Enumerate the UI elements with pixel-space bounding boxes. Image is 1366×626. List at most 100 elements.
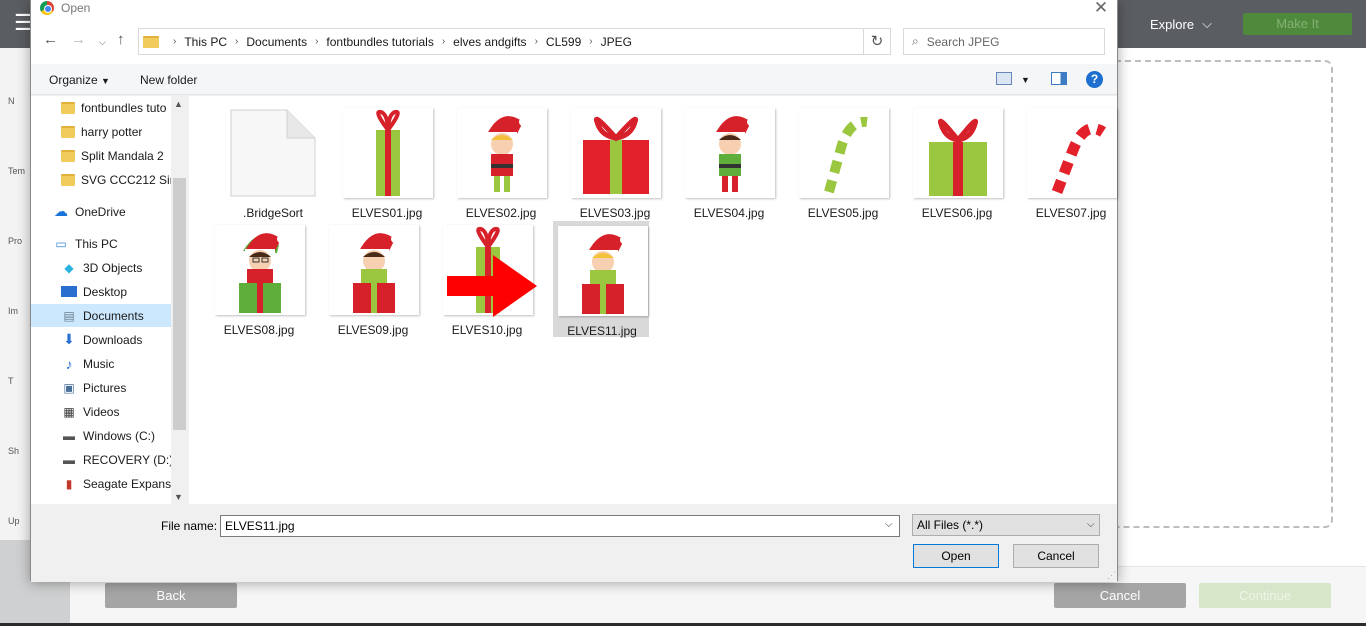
file-item[interactable]: ELVES09.jpg xyxy=(325,221,421,337)
back-button[interactable]: Back xyxy=(105,583,237,608)
nav-scrollbar[interactable]: ▲ ▼ xyxy=(171,96,188,504)
nav-item[interactable]: ⬇ Downloads xyxy=(31,328,171,351)
organize-menu[interactable]: Organize ▼ xyxy=(49,73,110,87)
breadcrumb-separator-icon[interactable]: › xyxy=(173,36,176,47)
document-icon: ▤ xyxy=(63,308,75,323)
breadcrumb-separator-icon[interactable]: › xyxy=(535,36,538,47)
file-name: ELVES10.jpg xyxy=(451,323,523,337)
breadcrumb-item[interactable]: CL599 xyxy=(546,35,581,49)
file-item[interactable]: ELVES07.jpg xyxy=(1023,104,1119,220)
nav-item[interactable]: ▣ Pictures xyxy=(31,376,171,399)
file-name: ELVES01.jpg xyxy=(351,206,423,220)
folder-icon xyxy=(143,35,159,48)
file-name: .BridgeSort xyxy=(242,206,304,220)
file-name-dropdown-icon[interactable]: ⌵ xyxy=(885,519,893,530)
search-icon: ⌕ xyxy=(912,34,919,48)
file-name: ELVES02.jpg xyxy=(465,206,537,220)
scroll-down-icon[interactable]: ▼ xyxy=(174,492,183,502)
nav-item-label: Seagate Expansi xyxy=(83,476,171,491)
upload-drop-zone[interactable] xyxy=(1115,60,1333,528)
nav-item-label: fontbundles tuto xyxy=(81,100,167,115)
breadcrumb-separator-icon[interactable]: › xyxy=(442,36,445,47)
breadcrumb-separator-icon[interactable]: › xyxy=(589,36,592,47)
continue-button[interactable]: Continue xyxy=(1199,583,1331,608)
breadcrumb-separator-icon[interactable]: › xyxy=(315,36,318,47)
explore-menu[interactable]: Explore ⌵ xyxy=(1150,16,1212,32)
resize-grip-icon[interactable]: ⋰ xyxy=(1107,570,1116,581)
view-options-icon[interactable] xyxy=(996,72,1012,85)
file-item[interactable]: ELVES08.jpg xyxy=(211,221,307,337)
close-icon[interactable]: ✕ xyxy=(1091,0,1111,18)
file-name-input[interactable]: ELVES11.jpg xyxy=(220,515,900,537)
file-item[interactable]: ELVES01.jpg xyxy=(339,104,435,220)
breadcrumb-item[interactable]: fontbundles tutorials xyxy=(326,35,433,49)
file-name: ELVES03.jpg xyxy=(579,206,651,220)
nav-item[interactable]: SVG CCC212 Sin xyxy=(31,168,171,191)
breadcrumb-separator-icon[interactable]: › xyxy=(235,36,238,47)
scroll-thumb[interactable] xyxy=(173,178,186,430)
nav-item[interactable]: ▬ RECOVERY (D:) xyxy=(31,448,171,471)
nav-item[interactable]: ♪ Music xyxy=(31,352,171,375)
preview-pane-icon[interactable] xyxy=(1051,72,1067,85)
organize-label: Organize xyxy=(49,73,98,87)
up-arrow-icon[interactable]: ↑ xyxy=(117,31,125,48)
file-item[interactable]: ELVES05.jpg xyxy=(795,104,891,220)
recent-locations-icon[interactable]: ⌵ xyxy=(99,37,106,48)
nav-item-label: This PC xyxy=(75,236,118,251)
file-name: ELVES11.jpg xyxy=(567,324,637,338)
scroll-up-icon[interactable]: ▲ xyxy=(174,99,183,109)
navigation-pane: fontbundles tuto harry potter Split Mandal… xyxy=(31,96,188,504)
file-item[interactable]: ELVES03.jpg xyxy=(567,104,663,220)
file-type-select[interactable]: All Files (*.*) xyxy=(912,514,1100,536)
dropdown-arrow-icon: ▼ xyxy=(101,76,110,86)
music-icon: ♪ xyxy=(65,355,73,372)
nav-item[interactable]: ☁ OneDrive xyxy=(31,200,171,223)
file-item[interactable]: ELVES11.jpg xyxy=(553,221,649,338)
file-item[interactable]: ELVES02.jpg xyxy=(453,104,549,220)
forward-arrow-icon[interactable]: → xyxy=(71,31,86,48)
nav-item[interactable]: ▦ Videos xyxy=(31,400,171,423)
help-icon[interactable]: ? xyxy=(1086,71,1103,88)
nav-item[interactable]: ▬ Windows (C:) xyxy=(31,424,171,447)
refresh-icon[interactable]: ↻ xyxy=(863,28,891,55)
search-box[interactable]: ⌕ Search JPEG xyxy=(903,28,1105,55)
file-item[interactable]: ELVES06.jpg xyxy=(909,104,1005,220)
nav-item[interactable]: ▤ Documents xyxy=(31,304,171,327)
nav-item[interactable]: ▭ This PC xyxy=(31,232,171,255)
address-bar[interactable]: › This PC › Documents › fontbundles tutorials… xyxy=(138,28,890,55)
drive-icon: ▬ xyxy=(63,452,75,467)
nav-item[interactable]: Desktop xyxy=(31,280,171,303)
folder-icon xyxy=(61,149,75,162)
file-thumbnail xyxy=(685,108,775,198)
file-item[interactable]: ELVES04.jpg xyxy=(681,104,777,220)
nav-item[interactable]: ◆ 3D Objects xyxy=(31,256,171,279)
file-name: ELVES05.jpg xyxy=(807,206,879,220)
nav-item-label: Split Mandala 2 xyxy=(81,148,164,163)
picture-icon: ▣ xyxy=(63,380,75,395)
view-dropdown-icon[interactable]: ▼ xyxy=(1021,75,1030,85)
new-folder-button[interactable]: New folder xyxy=(140,73,197,87)
nav-item[interactable]: Split Mandala 2 xyxy=(31,144,171,167)
breadcrumb-item[interactable]: JPEG xyxy=(601,35,632,49)
breadcrumb-item[interactable]: This PC xyxy=(184,35,227,49)
file-type-dropdown-icon[interactable]: ⌵ xyxy=(1087,519,1095,530)
nav-item-label: Windows (C:) xyxy=(83,428,156,443)
back-arrow-icon[interactable]: ← xyxy=(43,31,58,48)
dialog-footer: File name: ELVES11.jpg ⌵ All Files (*.*)… xyxy=(31,504,1117,582)
cancel-upload-button[interactable]: Cancel xyxy=(1054,583,1186,608)
file-item[interactable]: .BridgeSort xyxy=(225,104,321,220)
nav-item[interactable]: fontbundles tuto xyxy=(31,96,171,119)
nav-item[interactable]: ▮ Seagate Expansi xyxy=(31,472,171,495)
nav-item-label: SVG CCC212 Sin xyxy=(81,172,171,187)
folder-icon xyxy=(61,125,75,138)
nav-item-label: Videos xyxy=(83,404,120,419)
cloud-icon: ☁ xyxy=(54,203,68,219)
cancel-button[interactable]: Cancel xyxy=(1013,544,1099,568)
breadcrumb-item[interactable]: elves andgifts xyxy=(453,35,526,49)
breadcrumb-item[interactable]: Documents xyxy=(246,35,307,49)
nav-item-label: Downloads xyxy=(83,332,143,347)
open-button[interactable]: Open xyxy=(913,544,999,568)
make-it-button[interactable]: Make It xyxy=(1243,13,1352,35)
computer-icon: ▭ xyxy=(55,236,67,251)
nav-item[interactable]: harry potter xyxy=(31,120,171,143)
